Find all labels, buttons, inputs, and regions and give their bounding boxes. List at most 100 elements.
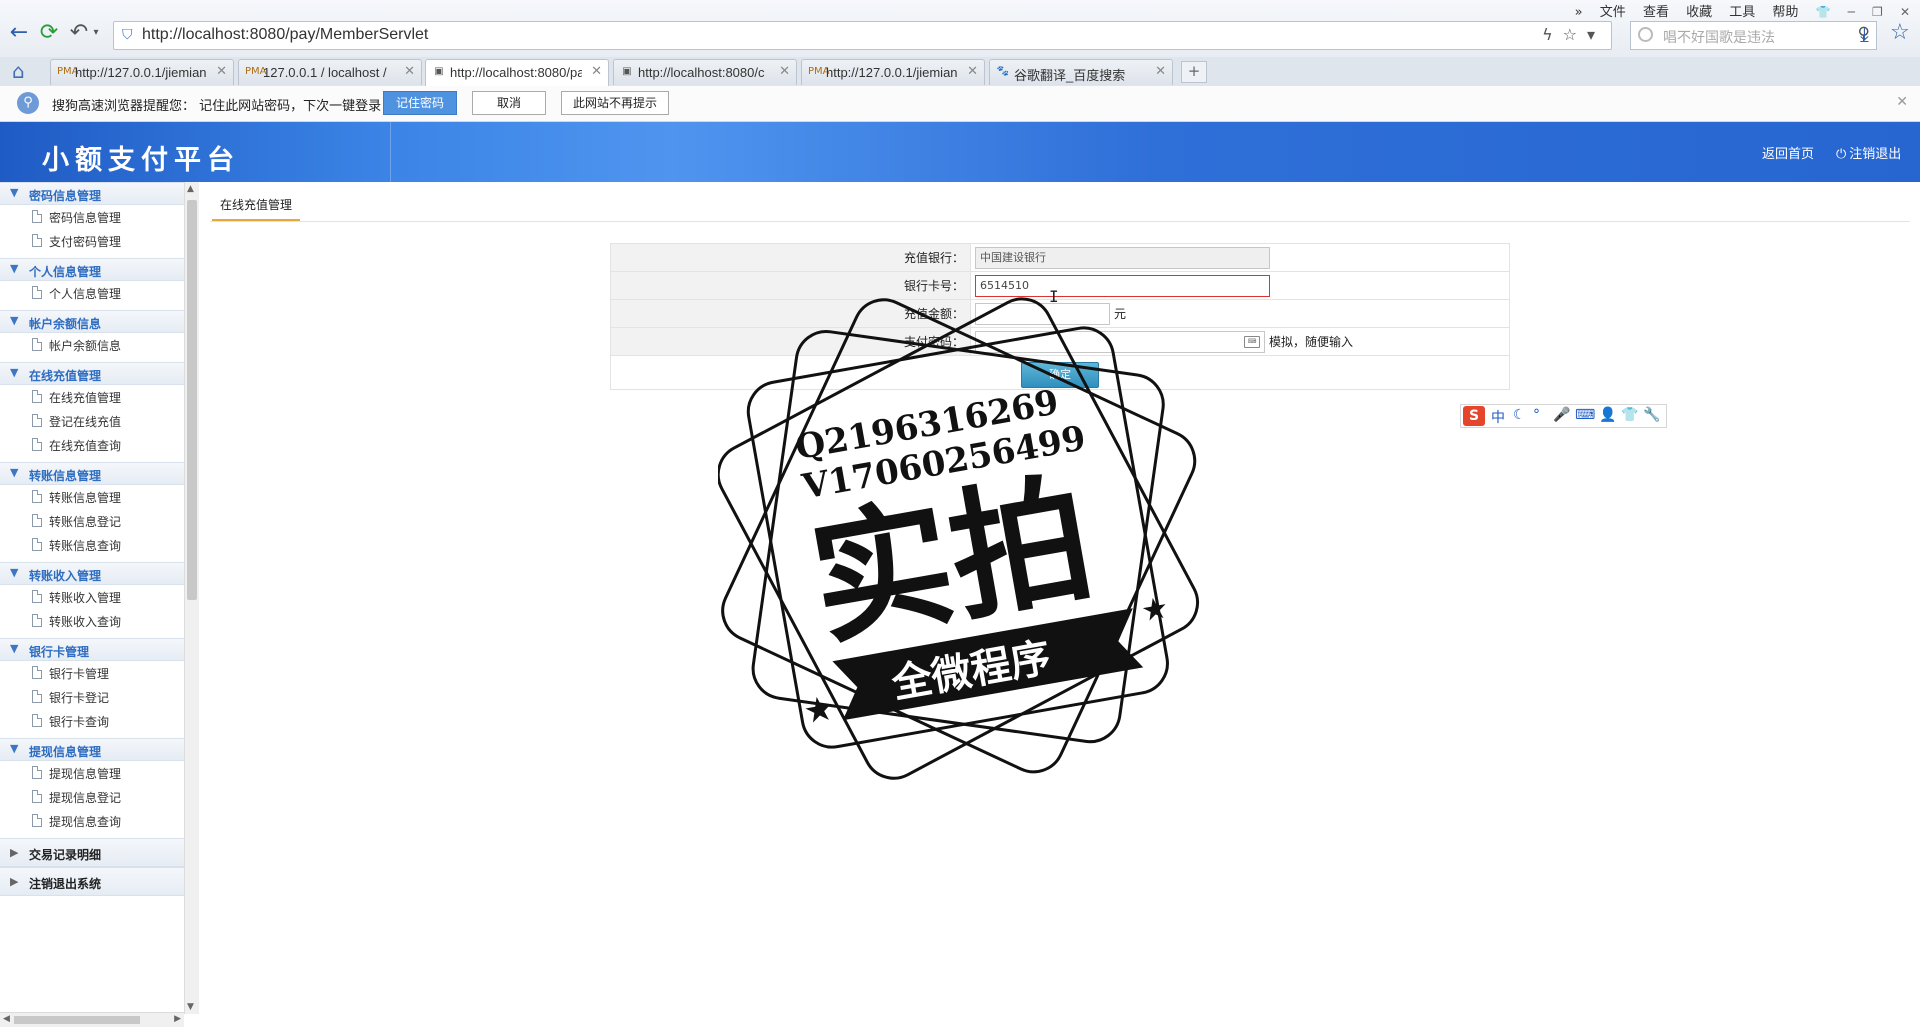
close-window-icon[interactable]: ✕ (1900, 5, 1910, 19)
sidebar-group[interactable]: ▼ 在线充值管理 (0, 362, 184, 385)
sidebar-group[interactable]: ▼ 转账信息管理 (0, 462, 184, 485)
sogou-logo-icon[interactable]: S (1463, 406, 1485, 426)
close-tab-icon[interactable]: ✕ (779, 64, 790, 79)
close-tab-icon[interactable]: ✕ (591, 64, 602, 79)
sidebar-group[interactable]: ▼ 银行卡管理 (0, 638, 184, 661)
close-icon[interactable]: ✕ (1896, 94, 1908, 110)
browser-tab-active[interactable]: ▣ http://localhost:8080/pay ✕ (425, 59, 609, 87)
sidebar-item[interactable]: 个人信息管理 (0, 282, 184, 304)
lightning-icon[interactable]: ϟ (1542, 25, 1563, 44)
chevron-down-icon[interactable]: ▾ (90, 20, 102, 46)
chevron-right-icon[interactable]: ▶ (10, 846, 18, 859)
ime-mode[interactable]: 中 (1491, 407, 1505, 427)
chevron-down-icon[interactable]: ▼ (10, 466, 18, 479)
wrench-icon[interactable]: 🔧 (1643, 407, 1660, 423)
bookmark-star-icon[interactable]: ☆ (1890, 20, 1910, 45)
close-tab-icon[interactable]: ✕ (216, 64, 227, 79)
keyboard-icon[interactable]: ⌨ (1244, 335, 1260, 348)
sidebar-item[interactable]: 转账收入查询 (0, 610, 184, 632)
sidebar-item[interactable]: 提现信息登记 (0, 786, 184, 808)
chevron-down-icon[interactable]: ▾ (1587, 25, 1605, 44)
refresh-icon[interactable]: ⟳ (36, 20, 62, 46)
skin-icon[interactable]: 👕 (1621, 407, 1638, 423)
more-icon[interactable]: » (1575, 5, 1583, 20)
sidebar-item[interactable]: 转账信息管理 (0, 486, 184, 508)
download-icon[interactable]: ⤓ (1860, 22, 1869, 46)
sidebar-item[interactable]: 密码信息管理 (0, 206, 184, 228)
keyboard-icon[interactable]: ⌨ (1575, 407, 1595, 423)
minimize-icon[interactable]: ─ (1848, 5, 1855, 19)
scroll-up-icon[interactable]: ▲ (187, 184, 194, 194)
chevron-down-icon[interactable]: ▼ (10, 642, 18, 655)
favorite-star-icon[interactable]: ☆ (1563, 25, 1587, 44)
tab-online-recharge[interactable]: 在线充值管理 (212, 191, 301, 222)
sidebar-item[interactable]: 银行卡登记 (0, 686, 184, 708)
restore-icon[interactable]: ❐ (1872, 5, 1883, 19)
sidebar-item[interactable]: 转账收入管理 (0, 586, 184, 608)
sidebar-item[interactable]: 支付密码管理 (0, 230, 184, 252)
sidebar-item[interactable]: 提现信息查询 (0, 810, 184, 832)
chevron-down-icon[interactable]: ▼ (10, 186, 18, 199)
undo-icon[interactable]: ↶ (66, 20, 92, 46)
sidebar-item[interactable]: 银行卡管理 (0, 662, 184, 684)
user-icon[interactable]: 👤 (1599, 407, 1616, 423)
sidebar-item[interactable]: 提现信息管理 (0, 762, 184, 784)
chevron-down-icon[interactable]: ▼ (10, 366, 18, 379)
bank-field[interactable]: 中国建设银行 (975, 246, 1270, 269)
menu-file[interactable]: 文件 (1600, 5, 1626, 20)
sidebar-group[interactable]: ▼ 提现信息管理 (0, 738, 184, 761)
sidebar-item[interactable]: 登记在线充值 (0, 410, 184, 432)
browser-tab[interactable]: PMA http://127.0.0.1/jiemian ✕ (50, 59, 234, 85)
remember-password-button[interactable]: 记住密码 (383, 91, 457, 115)
microphone-icon[interactable]: 🎤 (1553, 407, 1570, 423)
sidebar-item[interactable]: 在线充值管理 (0, 386, 184, 408)
close-tab-icon[interactable]: ✕ (967, 64, 978, 79)
chevron-down-icon[interactable]: ▼ (10, 314, 18, 327)
sidebar-item[interactable]: 银行卡查询 (0, 710, 184, 732)
browser-tab[interactable]: 🐾 谷歌翻译_百度搜索 ✕ (989, 59, 1173, 85)
new-tab-button[interactable]: + (1181, 61, 1207, 83)
back-arrow-icon[interactable]: ← (6, 20, 32, 46)
address-bar[interactable]: ⛉ http://localhost:8080/pay/MemberServle… (113, 21, 1612, 50)
sidebar-group[interactable]: ▼ 密码信息管理 (0, 182, 184, 205)
sidebar-item[interactable]: 帐户余额信息 (0, 334, 184, 356)
moon-icon[interactable]: ☾ (1513, 407, 1526, 423)
sidebar-item[interactable]: 转账信息查询 (0, 534, 184, 556)
scroll-right-icon[interactable]: ▶ (174, 1014, 181, 1024)
sidebar-group[interactable]: ▼ 个人信息管理 (0, 258, 184, 281)
sidebar-item[interactable]: 转账信息登记 (0, 510, 184, 532)
close-tab-icon[interactable]: ✕ (1155, 64, 1166, 79)
logout-link[interactable]: ⏻ 注销退出 (1836, 143, 1901, 162)
scrollbar-thumb[interactable] (187, 200, 197, 600)
menu-view[interactable]: 查看 (1643, 5, 1669, 20)
sidebar-group[interactable]: ▶ 注销退出系统 (0, 867, 184, 896)
scroll-down-icon[interactable]: ▼ (187, 1002, 194, 1012)
sidebar-scrollbar[interactable]: ▲ ▼ (184, 182, 199, 1014)
sidebar-item[interactable]: 在线充值查询 (0, 434, 184, 456)
chevron-down-icon[interactable]: ▼ (10, 262, 18, 275)
sidebar-group[interactable]: ▼ 帐户余额信息 (0, 310, 184, 333)
chevron-down-icon[interactable]: ▼ (10, 742, 18, 755)
home-link[interactable]: 返回首页 (1762, 143, 1814, 162)
cancel-button[interactable]: 取消 (472, 91, 546, 115)
menu-tools[interactable]: 工具 (1729, 5, 1755, 20)
search-input[interactable]: 唱不好国歌是违法 (1663, 27, 1775, 47)
close-tab-icon[interactable]: ✕ (404, 64, 415, 79)
browser-tab[interactable]: ▣ http://localhost:8080/c ✕ (613, 59, 797, 85)
home-icon[interactable]: ⌂ (12, 59, 25, 83)
search-box[interactable]: 唱不好国歌是违法 ⚲ (1630, 21, 1877, 50)
menu-help[interactable]: 帮助 (1772, 5, 1798, 20)
sidebar-horizontal-scrollbar[interactable]: ◀ ▶ (0, 1012, 184, 1027)
chevron-right-icon[interactable]: ▶ (10, 875, 18, 888)
skin-icon[interactable]: 👕 (1816, 5, 1831, 19)
sidebar-group[interactable]: ▶ 交易记录明细 (0, 838, 184, 867)
punctuation-icon[interactable]: ° (1533, 407, 1540, 423)
scrollbar-thumb[interactable] (14, 1016, 140, 1024)
sidebar-group[interactable]: ▼ 转账收入管理 (0, 562, 184, 585)
chevron-down-icon[interactable]: ▼ (10, 566, 18, 579)
browser-tab[interactable]: PMA http://127.0.0.1/jiemian ✕ (801, 59, 985, 85)
browser-tab[interactable]: PMA 127.0.0.1 / localhost / ✕ (238, 59, 422, 85)
scroll-left-icon[interactable]: ◀ (3, 1014, 10, 1024)
menu-favorites[interactable]: 收藏 (1686, 5, 1712, 20)
url-text[interactable]: http://localhost:8080/pay/MemberServlet (142, 26, 428, 44)
